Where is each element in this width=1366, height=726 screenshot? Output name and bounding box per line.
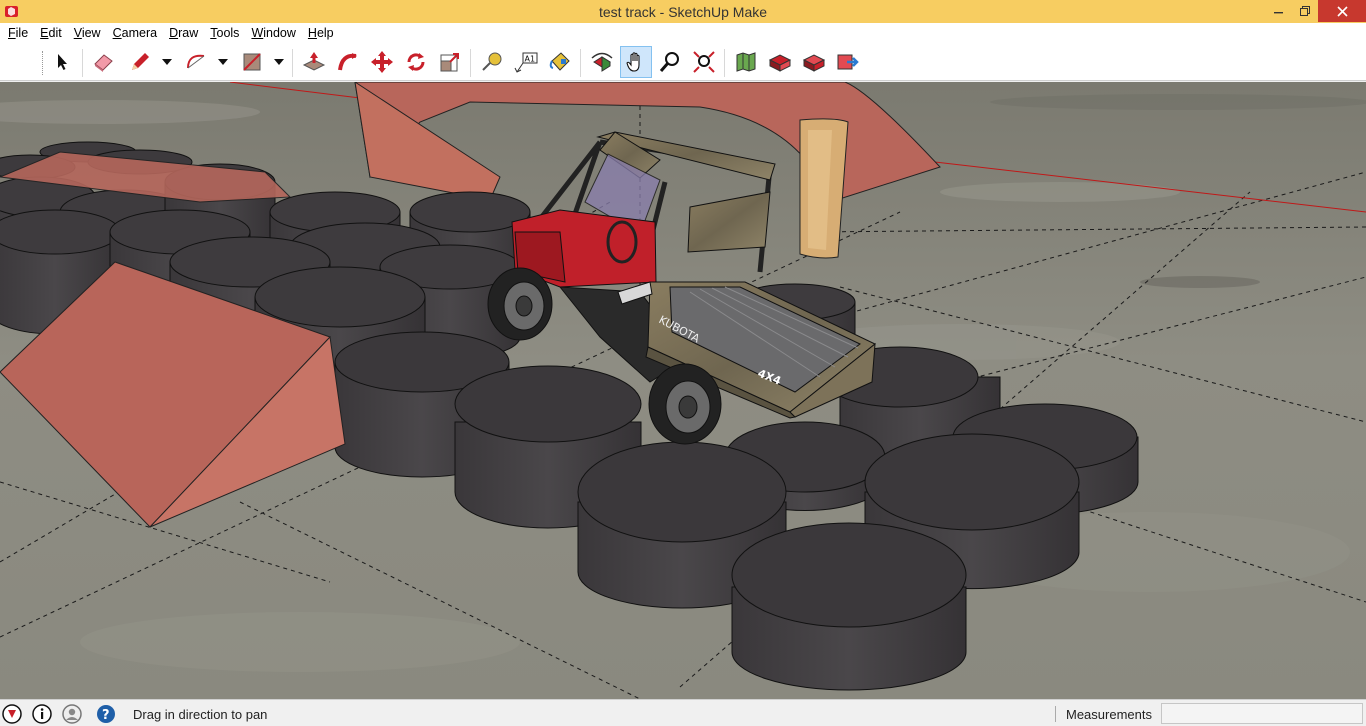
push-pull-icon bbox=[302, 52, 326, 71]
restore-button[interactable] bbox=[1292, 0, 1318, 22]
tape-measure-icon bbox=[482, 52, 502, 71]
menu-window[interactable]: Window bbox=[245, 23, 301, 43]
move-tool-button[interactable] bbox=[366, 46, 398, 78]
magnifier-icon bbox=[659, 52, 679, 72]
status-hint-text: Drag in direction to pan bbox=[133, 707, 268, 722]
3d-warehouse-button[interactable] bbox=[764, 46, 796, 78]
arc-tool-dropdown[interactable] bbox=[216, 53, 230, 71]
menu-file[interactable]: File bbox=[2, 23, 34, 43]
eraser-tool-button[interactable] bbox=[88, 46, 120, 78]
line-tool-dropdown[interactable] bbox=[160, 53, 174, 71]
text-tool-button[interactable]: A1 bbox=[510, 46, 542, 78]
extension-warehouse-icon bbox=[837, 54, 859, 70]
status-bar: ? Drag in direction to pan Measurements bbox=[0, 699, 1366, 726]
3d-warehouse-icon bbox=[768, 54, 792, 72]
select-arrow-icon bbox=[58, 54, 67, 70]
close-button[interactable] bbox=[1318, 0, 1366, 22]
menu-camera[interactable]: Camera bbox=[107, 23, 163, 43]
geo-location-status-icon[interactable] bbox=[2, 704, 22, 724]
push-pull-tool-button[interactable] bbox=[298, 46, 330, 78]
tape-measure-tool-button[interactable] bbox=[476, 46, 508, 78]
arc-tool-button[interactable] bbox=[180, 46, 212, 78]
title-bar: test track - SketchUp Make bbox=[0, 0, 1366, 23]
credits-status-icon[interactable] bbox=[32, 704, 52, 724]
orbit-tool-button[interactable] bbox=[586, 46, 618, 78]
sign-in-status-icon[interactable] bbox=[62, 704, 82, 724]
dropdown-triangle-icon bbox=[274, 59, 284, 65]
rotate-tool-button[interactable] bbox=[400, 46, 432, 78]
minimize-button[interactable] bbox=[1266, 0, 1292, 22]
add-location-button[interactable] bbox=[730, 46, 762, 78]
geo-location-icon bbox=[2, 704, 22, 724]
eraser-icon bbox=[94, 54, 113, 72]
zoom-tool-button[interactable] bbox=[654, 46, 686, 78]
move-arrows-icon bbox=[371, 51, 393, 73]
zoom-extents-icon bbox=[693, 51, 715, 73]
menu-tools[interactable]: Tools bbox=[204, 23, 245, 43]
close-icon bbox=[1336, 5, 1348, 17]
share-model-button[interactable] bbox=[798, 46, 830, 78]
3d-scene[interactable]: KUBOTA 4X4 bbox=[0, 82, 1366, 699]
measurements-label: Measurements bbox=[1066, 707, 1152, 722]
instructor-help-icon-button[interactable]: ? bbox=[96, 704, 116, 724]
menu-draw[interactable]: Draw bbox=[163, 23, 204, 43]
help-question-icon: ? bbox=[97, 705, 115, 723]
rectangle-tool-dropdown[interactable] bbox=[272, 53, 286, 71]
rotate-icon bbox=[407, 53, 425, 71]
select-tool-button[interactable] bbox=[46, 46, 78, 78]
pencil-icon bbox=[132, 53, 149, 70]
toolbar-separator bbox=[580, 49, 581, 77]
menu-bar: File Edit View Camera Draw Tools Window … bbox=[0, 23, 1366, 43]
paint-bucket-icon bbox=[549, 52, 570, 71]
dropdown-triangle-icon bbox=[218, 59, 228, 65]
toolbar-separator bbox=[470, 49, 471, 77]
share-model-icon bbox=[802, 54, 826, 72]
pan-tool-button[interactable] bbox=[620, 46, 652, 78]
menu-view[interactable]: View bbox=[68, 23, 107, 43]
getting-started-toolbar: A1 bbox=[0, 43, 1366, 81]
hand-pan-icon bbox=[626, 52, 640, 72]
measurements-input[interactable] bbox=[1161, 703, 1363, 724]
menu-help[interactable]: Help bbox=[302, 23, 340, 43]
zoom-extents-tool-button[interactable] bbox=[688, 46, 720, 78]
line-tool-button[interactable] bbox=[124, 46, 156, 78]
scale-icon bbox=[440, 53, 459, 72]
status-separator bbox=[1055, 706, 1056, 722]
extension-warehouse-button[interactable] bbox=[832, 46, 864, 78]
arc-icon bbox=[187, 54, 205, 69]
add-location-map-icon bbox=[736, 52, 756, 72]
paint-bucket-tool-button[interactable] bbox=[544, 46, 576, 78]
follow-me-tool-button[interactable] bbox=[332, 46, 364, 78]
menu-edit[interactable]: Edit bbox=[34, 23, 68, 43]
orbit-icon bbox=[591, 52, 613, 72]
window-title: test track - SketchUp Make bbox=[598, 4, 768, 20]
restore-icon bbox=[1299, 5, 1310, 16]
text-label-icon: A1 bbox=[514, 52, 538, 73]
dropdown-triangle-icon bbox=[162, 59, 172, 65]
svg-text:A1: A1 bbox=[525, 55, 536, 64]
toolbar-separator bbox=[724, 49, 725, 77]
model-viewport[interactable]: KUBOTA 4X4 bbox=[0, 82, 1366, 699]
toolbar-separator bbox=[82, 49, 83, 77]
follow-me-icon bbox=[338, 53, 357, 71]
toolbar-separator bbox=[292, 49, 293, 77]
minimize-icon bbox=[1274, 12, 1283, 14]
info-credits-icon bbox=[32, 704, 52, 724]
rectangle-icon bbox=[243, 53, 261, 71]
scale-tool-button[interactable] bbox=[434, 46, 466, 78]
rectangle-tool-button[interactable] bbox=[236, 46, 268, 78]
toolbar-grip[interactable] bbox=[42, 51, 44, 75]
user-account-icon bbox=[62, 704, 82, 724]
svg-text:?: ? bbox=[102, 708, 110, 723]
